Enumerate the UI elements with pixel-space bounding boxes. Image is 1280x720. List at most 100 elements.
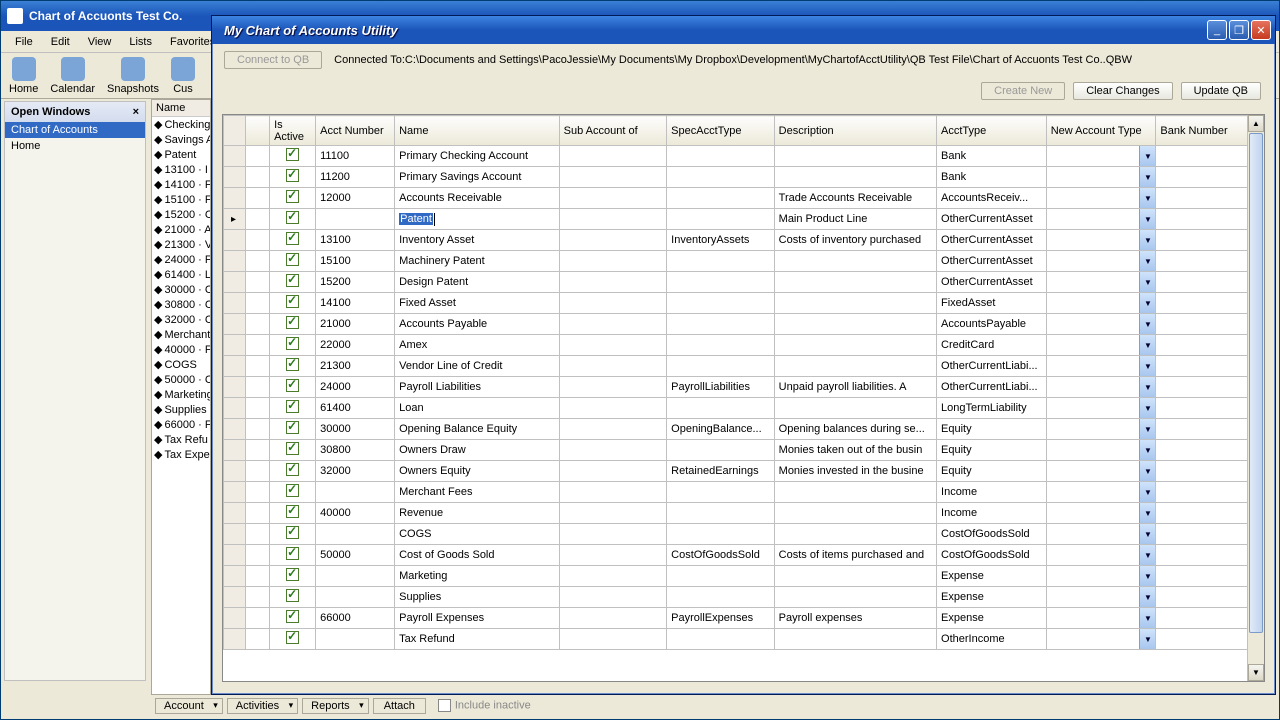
name-cell[interactable]: Accounts Receivable — [395, 188, 560, 209]
table-row[interactable]: 15100Machinery PatentOtherCurrentAsset▼ — [224, 251, 1264, 272]
acct-number-cell[interactable]: 21300 — [316, 356, 395, 377]
dropdown-arrow-icon[interactable]: ▼ — [1139, 146, 1155, 166]
new-account-type-cell[interactable]: ▼ — [1046, 524, 1156, 545]
checkbox-icon[interactable] — [286, 337, 299, 350]
spec-acct-type-cell[interactable] — [667, 272, 775, 293]
name-cell[interactable]: Owners Equity — [395, 461, 560, 482]
navlist-row[interactable]: ◆15200 · C — [152, 207, 210, 222]
table-row[interactable]: Merchant FeesIncome▼ — [224, 482, 1264, 503]
attach-button[interactable]: Attach — [373, 698, 426, 714]
is-active-cell[interactable] — [270, 398, 316, 419]
spec-acct-type-cell[interactable] — [667, 188, 775, 209]
is-active-cell[interactable] — [270, 188, 316, 209]
spec-acct-type-cell[interactable]: RetainedEarnings — [667, 461, 775, 482]
description-cell[interactable]: Monies taken out of the busin — [774, 440, 936, 461]
row-selector[interactable] — [224, 188, 246, 209]
column-header[interactable]: Sub Account of — [559, 116, 667, 146]
new-account-type-cell[interactable]: ▼ — [1046, 146, 1156, 167]
acct-type-cell[interactable]: OtherCurrentAsset — [937, 209, 1047, 230]
row-selector[interactable] — [224, 524, 246, 545]
table-row[interactable]: 30800Owners DrawMonies taken out of the … — [224, 440, 1264, 461]
navlist-row[interactable]: ◆40000 · F — [152, 342, 210, 357]
is-active-cell[interactable] — [270, 356, 316, 377]
table-row[interactable]: PatentMain Product LineOtherCurrentAsset… — [224, 209, 1264, 230]
dropdown-arrow-icon[interactable]: ▼ — [1139, 419, 1155, 439]
name-cell[interactable]: Tax Refund — [395, 629, 560, 650]
acct-number-cell[interactable] — [316, 482, 395, 503]
navlist-row[interactable]: ◆Marketing — [152, 387, 210, 402]
table-row[interactable]: 24000Payroll LiabilitiesPayrollLiabiliti… — [224, 377, 1264, 398]
is-active-cell[interactable] — [270, 545, 316, 566]
navlist-row[interactable]: ◆15100 · F — [152, 192, 210, 207]
row-selector[interactable] — [224, 503, 246, 524]
checkbox-icon[interactable] — [286, 316, 299, 329]
sidebar-close-icon[interactable]: × — [133, 106, 139, 118]
acct-number-cell[interactable]: 66000 — [316, 608, 395, 629]
new-account-type-cell[interactable]: ▼ — [1046, 440, 1156, 461]
checkbox-icon[interactable] — [286, 589, 299, 602]
new-account-type-cell[interactable]: ▼ — [1046, 482, 1156, 503]
is-active-cell[interactable] — [270, 251, 316, 272]
acct-number-cell[interactable]: 61400 — [316, 398, 395, 419]
spec-acct-type-cell[interactable] — [667, 524, 775, 545]
sub-account-cell[interactable] — [559, 608, 667, 629]
sub-account-cell[interactable] — [559, 545, 667, 566]
table-row[interactable]: 66000Payroll ExpensesPayrollExpensesPayr… — [224, 608, 1264, 629]
navlist-row[interactable]: ◆Merchant — [152, 327, 210, 342]
navlist-row[interactable]: ◆61400 · L — [152, 267, 210, 282]
spec-acct-type-cell[interactable] — [667, 587, 775, 608]
is-active-cell[interactable] — [270, 377, 316, 398]
dropdown-arrow-icon[interactable]: ▼ — [1139, 167, 1155, 187]
name-cell[interactable]: Owners Draw — [395, 440, 560, 461]
acct-type-cell[interactable]: Equity — [937, 440, 1047, 461]
acct-type-cell[interactable]: Bank — [937, 146, 1047, 167]
new-account-type-cell[interactable]: ▼ — [1046, 272, 1156, 293]
acct-type-cell[interactable]: AccountsPayable — [937, 314, 1047, 335]
acct-number-cell[interactable]: 32000 — [316, 461, 395, 482]
row-selector[interactable] — [224, 377, 246, 398]
is-active-cell[interactable] — [270, 440, 316, 461]
acct-type-cell[interactable]: Income — [937, 503, 1047, 524]
name-cell[interactable]: Machinery Patent — [395, 251, 560, 272]
acct-number-cell[interactable]: 40000 — [316, 503, 395, 524]
activities-dropdown[interactable]: Activities — [227, 698, 298, 714]
checkbox-icon[interactable] — [286, 274, 299, 287]
is-active-cell[interactable] — [270, 566, 316, 587]
navlist-row[interactable]: ◆Savings A — [152, 132, 210, 147]
acct-number-cell[interactable]: 11100 — [316, 146, 395, 167]
name-cell[interactable]: Payroll Liabilities — [395, 377, 560, 398]
menu-view[interactable]: View — [80, 34, 120, 50]
is-active-cell[interactable] — [270, 272, 316, 293]
navlist-row[interactable]: ◆Patent — [152, 147, 210, 162]
navlist-row[interactable]: ◆50000 · C — [152, 372, 210, 387]
acct-type-cell[interactable]: OtherCurrentAsset — [937, 251, 1047, 272]
description-cell[interactable] — [774, 293, 936, 314]
dropdown-arrow-icon[interactable]: ▼ — [1139, 587, 1155, 607]
table-row[interactable]: 50000Cost of Goods SoldCostOfGoodsSoldCo… — [224, 545, 1264, 566]
table-row[interactable]: 12000Accounts ReceivableTrade Accounts R… — [224, 188, 1264, 209]
description-cell[interactable]: Opening balances during se... — [774, 419, 936, 440]
table-row[interactable]: 11200Primary Savings AccountBank▼ — [224, 167, 1264, 188]
sub-account-cell[interactable] — [559, 167, 667, 188]
tbtn-customers[interactable]: Cus — [171, 57, 195, 95]
name-cell[interactable]: Marketing — [395, 566, 560, 587]
tbtn-home[interactable]: Home — [9, 57, 38, 95]
acct-type-cell[interactable]: Expense — [937, 608, 1047, 629]
scroll-up-icon[interactable]: ▲ — [1248, 115, 1264, 132]
table-row[interactable]: 13100Inventory AssetInventoryAssetsCosts… — [224, 230, 1264, 251]
row-selector[interactable] — [224, 440, 246, 461]
maximize-button[interactable]: ❐ — [1229, 20, 1249, 40]
reports-dropdown[interactable]: Reports — [302, 698, 369, 714]
description-cell[interactable]: Costs of inventory purchased — [774, 230, 936, 251]
sub-account-cell[interactable] — [559, 587, 667, 608]
dropdown-arrow-icon[interactable]: ▼ — [1139, 503, 1155, 523]
spec-acct-type-cell[interactable] — [667, 356, 775, 377]
dropdown-arrow-icon[interactable]: ▼ — [1139, 524, 1155, 544]
is-active-cell[interactable] — [270, 461, 316, 482]
navlist-row[interactable]: ◆Supplies — [152, 402, 210, 417]
description-cell[interactable] — [774, 398, 936, 419]
checkbox-icon[interactable] — [286, 610, 299, 623]
connect-to-qb-button[interactable]: Connect to QB — [224, 51, 322, 69]
name-cell[interactable]: Merchant Fees — [395, 482, 560, 503]
navlist-row[interactable]: ◆Checking — [152, 117, 210, 132]
